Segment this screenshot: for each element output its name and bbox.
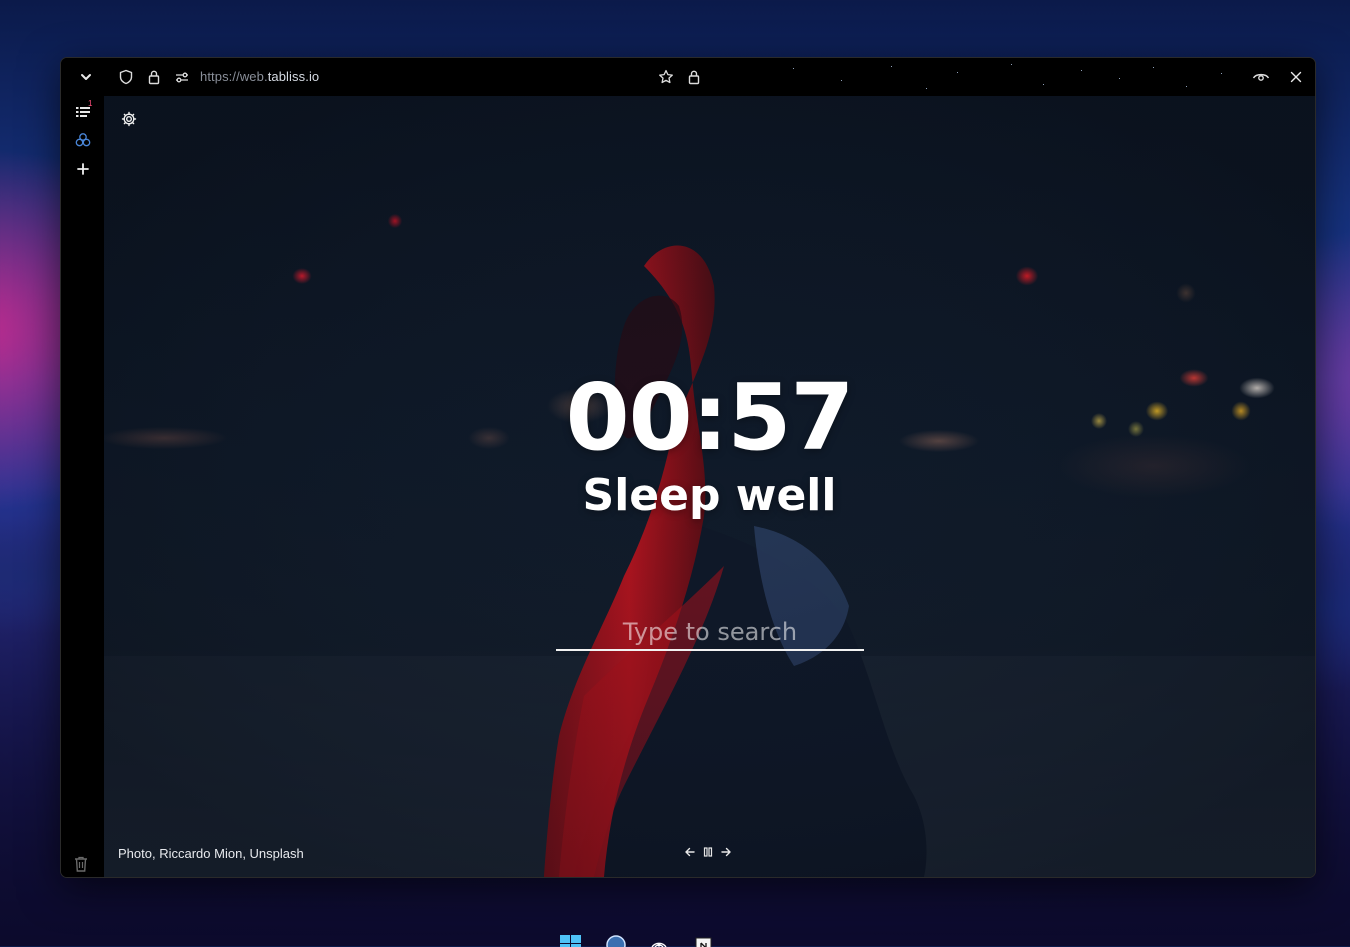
site-settings-icon[interactable] — [173, 68, 191, 86]
eye-icon[interactable] — [1252, 68, 1270, 86]
arrow-right-icon[interactable] — [720, 845, 732, 859]
url-host: tabliss.io — [267, 69, 320, 84]
clock-time: 00:57 — [565, 364, 855, 471]
taskbar — [555, 930, 725, 947]
toolbar-star-decoration — [781, 58, 1241, 96]
star-icon[interactable] — [657, 68, 675, 86]
notion-icon[interactable] — [693, 933, 715, 947]
url-scheme: https://web. — [200, 69, 268, 84]
trash-icon[interactable] — [73, 855, 91, 873]
browser-window: https://web.tabliss.io 1 00:57 Sleep wel… — [60, 57, 1316, 878]
close-icon[interactable] — [1287, 68, 1305, 86]
add-icon[interactable] — [73, 159, 93, 179]
start-icon[interactable] — [559, 933, 581, 947]
pause-icon[interactable] — [702, 845, 714, 859]
chevron-down-icon[interactable] — [77, 68, 95, 86]
credit-author-link[interactable]: Riccardo Mion — [159, 846, 242, 861]
browser-icon[interactable] — [605, 933, 627, 947]
greeting-text: Sleep well — [582, 470, 837, 521]
search-input[interactable] — [556, 615, 864, 651]
photo-credit: Photo, Riccardo Mion, Unsplash — [118, 846, 304, 861]
arrow-left-icon[interactable] — [684, 845, 696, 859]
image-navigation — [684, 845, 732, 859]
new-tab-page: 00:57 Sleep well Photo, Riccardo Mion, U… — [104, 96, 1315, 877]
shield-icon[interactable] — [117, 68, 135, 86]
lock-icon[interactable] — [685, 68, 703, 86]
workspace-icon[interactable] — [73, 130, 93, 150]
lock-icon[interactable] — [145, 68, 163, 86]
gear-icon[interactable] — [121, 111, 139, 129]
credit-photo-link[interactable]: Photo — [118, 846, 152, 861]
browser-toolbar: https://web.tabliss.io — [61, 58, 1315, 96]
credit-source-link[interactable]: Unsplash — [250, 846, 304, 861]
broadcast-icon[interactable] — [648, 933, 670, 947]
address-bar[interactable]: https://web.tabliss.io — [200, 69, 319, 84]
browser-sidebar: 1 — [61, 96, 104, 877]
panel-badge: 1 — [88, 99, 93, 108]
